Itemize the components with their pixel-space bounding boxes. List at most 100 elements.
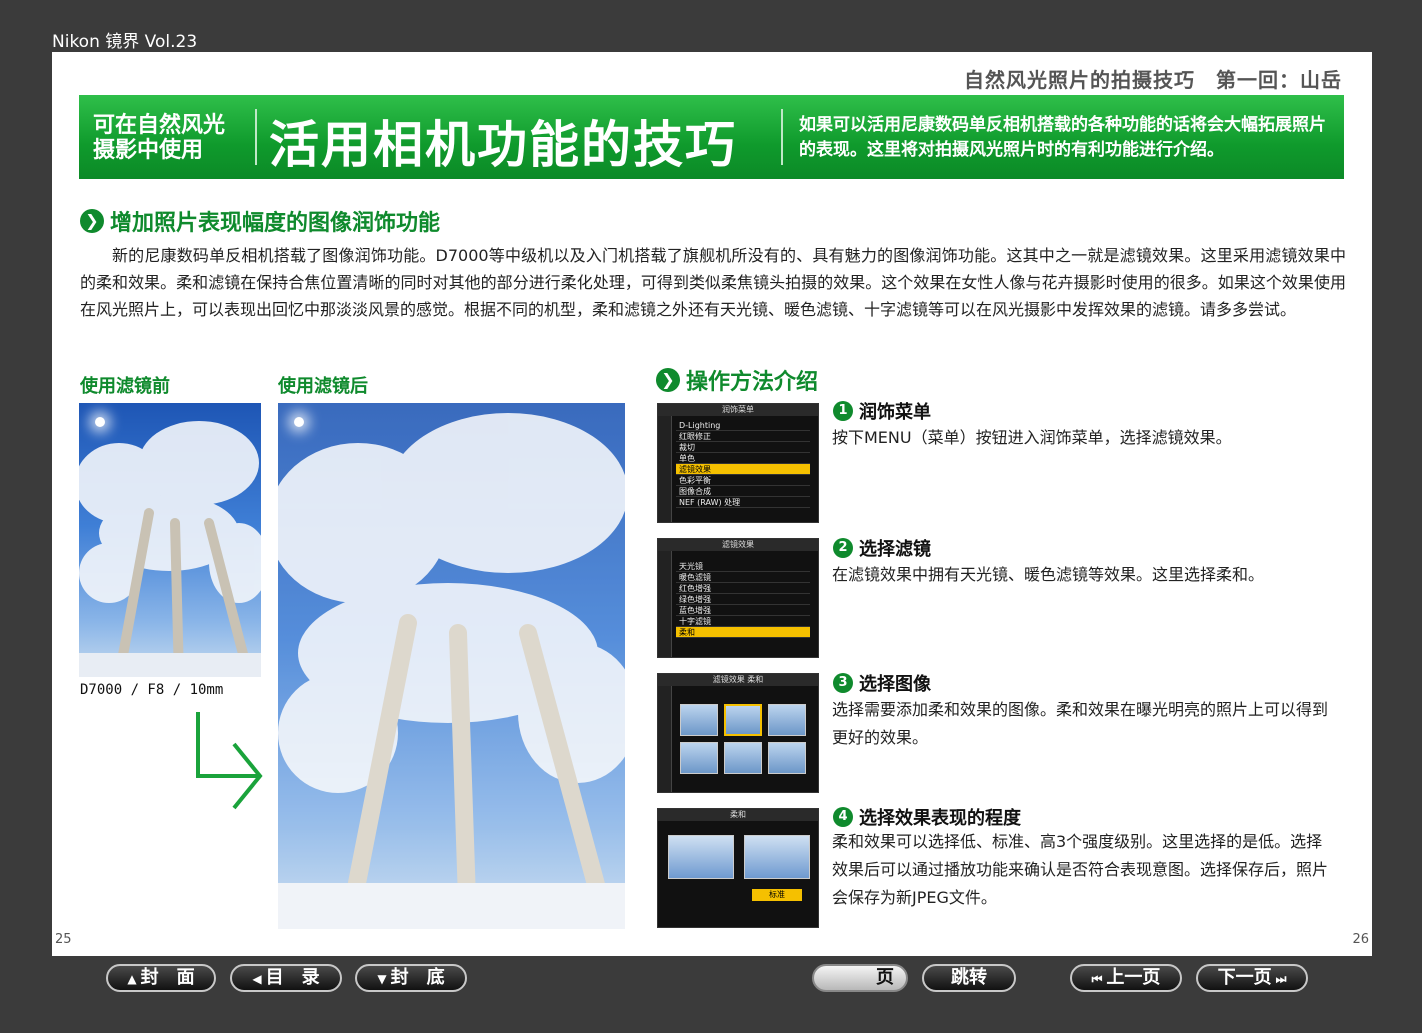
camera-screen-retouch-menu: 润饰菜单 D-Lighting 红眼修正 裁切 单色 滤镜效果 色彩平衡 图像合… xyxy=(657,403,819,523)
triangle-down-icon: ▼ xyxy=(377,972,387,986)
step-2-title: 2 选择滤镜 xyxy=(833,535,931,561)
next-page-button[interactable]: 下一页 ⏭ xyxy=(1196,964,1308,992)
screen-sidebar xyxy=(658,686,672,792)
magazine-page: 自然风光照片的拍摄技巧 第一回：山岳 可在自然风光 摄影中使用 活用相机功能的技… xyxy=(52,52,1372,956)
cover-button-label: 封 面 xyxy=(140,967,195,988)
page-number-left: 25 xyxy=(55,932,72,947)
screen-header: 滤镜效果 xyxy=(658,539,818,551)
chevron-right-icon: ❯ xyxy=(80,209,104,233)
photo-after xyxy=(278,403,625,929)
green-banner: 可在自然风光 摄影中使用 活用相机功能的技巧 如果可以活用尼康数码单反相机搭载的… xyxy=(79,95,1344,179)
step-title-text: 选择图像 xyxy=(859,674,931,695)
banner-subtitle: 可在自然风光 摄影中使用 xyxy=(93,113,226,163)
menu-row: 蓝色增强 xyxy=(676,605,810,616)
screen-header: 润饰菜单 xyxy=(658,404,818,416)
step-number: 4 xyxy=(833,807,853,827)
step-2-desc: 在滤镜效果中拥有天光镜、暖色滤镜等效果。这里选择柔和。 xyxy=(832,565,1265,584)
toc-button-label: 目 录 xyxy=(265,967,320,988)
menu-row-selected: 滤镜效果 xyxy=(676,464,810,475)
menu-row: D-Lighting xyxy=(676,420,810,431)
preview-original xyxy=(668,835,734,879)
jump-button[interactable]: 跳转 xyxy=(922,964,1016,992)
banner-title: 活用相机功能的技巧 xyxy=(269,116,737,174)
screen-menu: D-Lighting 红眼修正 裁切 单色 滤镜效果 色彩平衡 图像合成 NEF… xyxy=(676,420,810,508)
banner-divider xyxy=(255,109,257,165)
skip-forward-icon: ⏭ xyxy=(1275,972,1287,986)
jump-button-label: 跳转 xyxy=(951,967,987,988)
page-number-input[interactable]: 页 xyxy=(812,964,908,992)
step-number: 3 xyxy=(833,673,853,693)
screen-menu: 天光镜 暖色滤镜 红色增强 绿色增强 蓝色增强 十字滤镜 柔和 xyxy=(676,561,810,638)
screen-header: 滤镜效果 柔和 xyxy=(658,674,818,686)
section-heading: ❯ 增加照片表现幅度的图像润饰功能 xyxy=(80,205,440,237)
thumbnail xyxy=(680,704,718,736)
thumbnail xyxy=(680,742,718,774)
sun-glow xyxy=(294,417,304,427)
banner-divider xyxy=(781,109,783,165)
prev-page-label: 上一页 xyxy=(1106,967,1161,988)
chevron-right-icon: ❯ xyxy=(656,368,680,392)
intro-paragraph: 新的尼康数码单反相机搭载了图像润饰功能。D7000等中级机以及入门机搭载了旗舰机… xyxy=(80,246,1346,319)
page-number-right: 26 xyxy=(1352,932,1369,947)
menu-row-selected: 柔和 xyxy=(676,627,810,638)
photo-before xyxy=(79,403,261,677)
menu-row: 色彩平衡 xyxy=(676,475,810,486)
window-title: Nikon 镜界 Vol.23 xyxy=(52,32,198,52)
top-bar: Nikon 镜界 Vol.23 xyxy=(0,0,1422,52)
thumbnail xyxy=(768,704,806,736)
step-title-text: 润饰菜单 xyxy=(859,402,931,423)
menu-row: 暖色滤镜 xyxy=(676,572,810,583)
step-number: 1 xyxy=(833,401,853,421)
screen-sidebar xyxy=(658,551,672,657)
triangle-left-icon: ◀ xyxy=(252,972,262,986)
toc-button[interactable]: ◀ 目 录 xyxy=(230,964,342,992)
section-heading-text: 增加照片表现幅度的图像润饰功能 xyxy=(110,211,441,236)
level-indicator: 标准 xyxy=(752,889,802,901)
photo-caption: D7000 / F8 / 10mm xyxy=(80,682,224,698)
thumbnail xyxy=(768,742,806,774)
banner-description: 如果可以活用尼康数码单反相机搭载的各种功能的话将会大幅拓展照片的表现。这里将对拍… xyxy=(799,115,1326,160)
camera-screen-soft-level: 柔和 标准 xyxy=(657,808,819,928)
step-3-desc: 选择需要添加柔和效果的图像。柔和效果在曝光明亮的照片上可以得到更好的效果。 xyxy=(832,700,1329,747)
series-title: 自然风光照片的拍摄技巧 第一回：山岳 xyxy=(964,68,1342,92)
step-title-text: 选择效果表现的程度 xyxy=(859,808,1021,829)
skip-back-icon: ⏮ xyxy=(1091,972,1103,986)
menu-row: 十字滤镜 xyxy=(676,616,810,627)
back-cover-button-label: 封 底 xyxy=(390,967,445,988)
screen-header: 柔和 xyxy=(658,809,818,821)
menu-row: NEF (RAW) 处理 xyxy=(676,497,810,508)
step-1-desc: 按下MENU（菜单）按钮进入润饰菜单，选择滤镜效果。 xyxy=(832,428,1232,447)
step-4-desc: 柔和效果可以选择低、标准、高3个强度级别。这里选择的是低。选择效果后可以通过播放… xyxy=(832,832,1329,907)
menu-row: 单色 xyxy=(676,453,810,464)
arrow-right-icon xyxy=(196,712,263,810)
step-title-text: 选择滤镜 xyxy=(859,539,931,560)
step-3-title: 3 选择图像 xyxy=(833,670,931,696)
frosted-trees xyxy=(278,413,625,929)
next-page-label: 下一页 xyxy=(1217,967,1272,988)
before-label: 使用滤镜前 xyxy=(80,376,170,397)
section-heading-text: 操作方法介绍 xyxy=(686,370,819,395)
thumbnail xyxy=(724,742,762,774)
camera-screen-filter-effects: 滤镜效果 天光镜 暖色滤镜 红色增强 绿色增强 蓝色增强 十字滤镜 柔和 xyxy=(657,538,819,658)
back-cover-button[interactable]: ▼ 封 底 xyxy=(355,964,467,992)
after-label: 使用滤镜后 xyxy=(278,376,368,397)
step-4-title: 4 选择效果表现的程度 xyxy=(833,804,1021,830)
step-1-title: 1 润饰菜单 xyxy=(833,398,931,424)
triangle-up-icon: ▲ xyxy=(127,972,137,986)
camera-screen-select-image: 滤镜效果 柔和 xyxy=(657,673,819,793)
menu-row: 绿色增强 xyxy=(676,594,810,605)
thumbnail-selected xyxy=(724,704,762,736)
preview-soft xyxy=(744,835,810,879)
page-label: 页 xyxy=(876,967,894,988)
thumbnail-grid xyxy=(680,704,806,774)
prev-page-button[interactable]: ⏮ 上一页 xyxy=(1070,964,1182,992)
section-heading: ❯ 操作方法介绍 xyxy=(656,364,818,396)
menu-row: 图像合成 xyxy=(676,486,810,497)
menu-row: 裁切 xyxy=(676,442,810,453)
step-number: 2 xyxy=(833,538,853,558)
menu-row: 天光镜 xyxy=(676,561,810,572)
frosted-trees xyxy=(79,421,261,677)
cover-button[interactable]: ▲ 封 面 xyxy=(106,964,216,992)
menu-row: 红眼修正 xyxy=(676,431,810,442)
screen-sidebar xyxy=(658,416,672,522)
